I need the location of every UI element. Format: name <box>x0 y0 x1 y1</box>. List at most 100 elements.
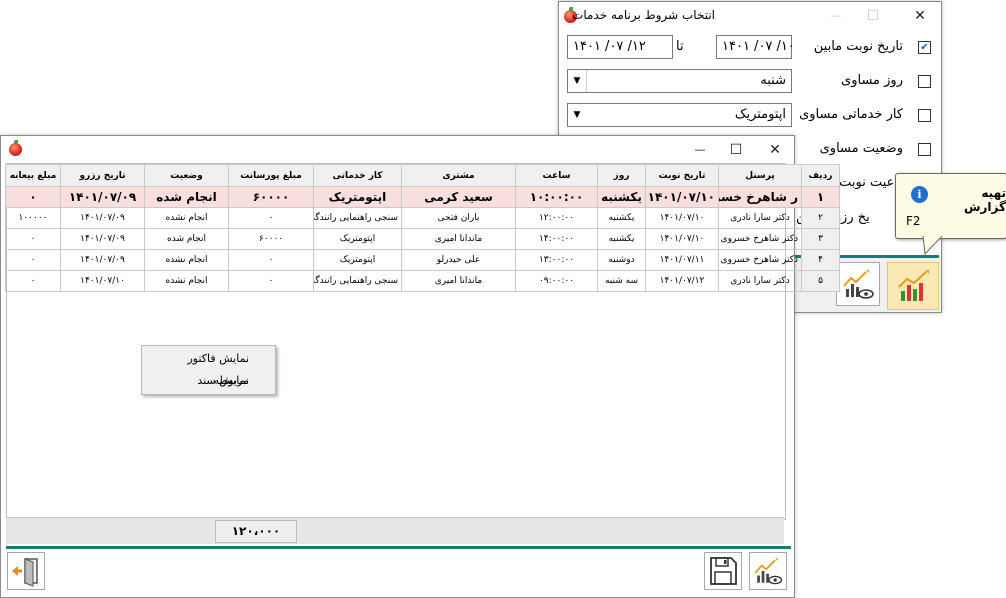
date-to-input[interactable]: ۱۴۰۱ /۰۷ /۱۲ <box>567 35 673 59</box>
table-cell: اپتومتریک <box>313 228 402 250</box>
day-checkbox[interactable] <box>918 75 931 88</box>
date-range-label: تاریخ نوبت مابین <box>813 39 903 54</box>
table-cell: ماندانا امیری <box>401 228 516 250</box>
table-cell: ۴ <box>801 249 840 271</box>
table-cell: انجام نشده <box>144 207 229 229</box>
chart-trend-icon <box>898 270 929 301</box>
show-document-menu-item[interactable]: نمایش سند <box>142 370 275 392</box>
table-cell: اپتومتریک <box>313 186 402 208</box>
date-from-input[interactable]: ۱۴۰۱ /۰۷ /۱۰ <box>716 35 795 59</box>
date-to-label: تا <box>676 39 684 54</box>
table-cell: ۶۰۰۰۰ <box>228 186 314 208</box>
info-icon: i <box>911 186 928 203</box>
table-cell: انجام نشده <box>144 270 229 292</box>
table-cell: ۱۰۰۰۰۰ <box>5 207 61 229</box>
table-cell: یکشنبه <box>597 228 646 250</box>
preview-report-button[interactable] <box>749 552 787 590</box>
table-cell: ۱۴۰۱/۰۷/۱۱ <box>645 249 719 271</box>
table-cell: سعید کرمی <box>401 186 516 208</box>
table-cell: ۱۴۰۱/۰۷/۱۰ <box>645 207 719 229</box>
table-cell: دوشنبه <box>597 249 646 271</box>
minimize-icon[interactable]: — <box>821 2 851 30</box>
totals-bar: ۱۲۰،۰۰۰ <box>6 517 784 544</box>
table-cell: انجام شده <box>144 186 229 208</box>
generate-report-button[interactable] <box>887 262 939 310</box>
column-header[interactable]: کار خدماتی <box>313 164 402 187</box>
table-cell: ۱۴۰۱/۰۷/۱۰ <box>645 228 719 250</box>
maximize-icon[interactable]: ☐ <box>858 2 888 30</box>
exit-button[interactable] <box>7 552 45 590</box>
table-cell: دکتر شاهرخ خسروی <box>718 249 802 271</box>
report-titlebar: — ☐ ✕ <box>1 136 794 164</box>
table-row[interactable]: ۴ دکتر شاهرخ خسروی ۱۴۰۱/۰۷/۱۱ دوشنبه ۱۳:… <box>5 249 840 271</box>
commission-total: ۱۲۰،۰۰۰ <box>215 520 297 543</box>
day-label: روز مساوی <box>841 73 903 88</box>
table-cell: یکشنبه <box>597 207 646 229</box>
table-cell: یکشنبه <box>597 186 646 208</box>
column-header[interactable]: ساعت <box>515 164 598 187</box>
chevron-down-icon[interactable]: ▼ <box>568 70 587 92</box>
table-cell: ۵ <box>801 270 840 292</box>
column-header[interactable]: وضعیت <box>144 164 229 187</box>
date-range-checkbox[interactable]: ✔ <box>918 41 931 54</box>
exit-door-icon <box>12 558 38 587</box>
table-cell: ۱۴۰۱/۰۷/۰۹ <box>60 186 145 208</box>
table-cell: ۱۴۰۱/۰۷/۰۹ <box>60 228 145 250</box>
service-select-value: اپتومتریک <box>734 107 786 122</box>
maximize-icon[interactable]: ☐ <box>721 136 751 164</box>
preview-report-button[interactable] <box>836 262 880 306</box>
table-cell: ۱۲:۰۰:۰۰ <box>515 207 598 229</box>
table-cell: ۱۴۰۱/۰۷/۱۲ <box>645 270 719 292</box>
table-cell: انجام نشده <box>144 249 229 271</box>
table-cell: دکتر شاهرخ خسروی <box>718 228 802 250</box>
service-select[interactable]: اپتومتریک ▼ <box>567 103 792 127</box>
chevron-down-icon[interactable]: ▼ <box>568 104 586 126</box>
report-divider <box>6 546 791 549</box>
table-header-row: ردیف پرسنل تاریخ نوبت روز ساعت مشتری کار… <box>5 164 840 187</box>
table-cell: دکتر سارا نادری <box>718 207 802 229</box>
column-header[interactable]: مبلغ پورسانت <box>228 164 314 187</box>
column-header[interactable]: ردیف <box>801 164 840 187</box>
save-button[interactable] <box>704 552 742 590</box>
chart-eye-icon <box>754 558 783 585</box>
column-header[interactable]: مشتری <box>401 164 516 187</box>
table-row[interactable]: ۱ ر شاهرخ خسروی ۱۴۰۱/۰۷/۱۰ یکشنبه ۱۰:۰۰:… <box>5 186 840 208</box>
table-cell: ۰ <box>228 207 314 229</box>
floppy-disk-icon <box>710 557 737 585</box>
table-cell: ۲ <box>801 207 840 229</box>
column-header[interactable]: تاریخ رزرو <box>60 164 145 187</box>
table-cell: دکتر سارا نادری <box>718 270 802 292</box>
day-select[interactable]: شنبه ▼ <box>567 69 792 93</box>
table-cell: اپتومتریک <box>313 249 402 271</box>
generate-report-tooltip: تهیه گزارش i F2 <box>895 173 1006 239</box>
dialog-title: انتخاب شروط برنامه خدمات <box>572 8 715 22</box>
tooltip-shortcut: F2 <box>906 214 921 228</box>
minimize-icon[interactable]: — <box>685 136 715 164</box>
table-cell: ۶۰۰۰۰ <box>228 228 314 250</box>
column-header[interactable]: روز <box>597 164 646 187</box>
table-cell: ۰ <box>5 186 61 208</box>
chart-eye-icon <box>843 270 874 299</box>
column-header[interactable]: تاریخ نوبت <box>645 164 719 187</box>
table-row[interactable]: ۲ دکتر سارا نادری ۱۴۰۱/۰۷/۱۰ یکشنبه ۱۲:۰… <box>5 207 840 229</box>
table-cell: باران فتحی <box>401 207 516 229</box>
column-header[interactable]: پرسنل <box>718 164 802 187</box>
service-checkbox[interactable] <box>918 109 931 122</box>
table-cell: ۰ <box>5 228 61 250</box>
table-cell: ۰ <box>5 249 61 271</box>
day-select-value: شنبه <box>760 73 786 88</box>
column-header[interactable]: مبلغ بیعانه <box>5 164 61 187</box>
app-icon <box>9 140 22 156</box>
status-checkbox[interactable] <box>918 143 931 156</box>
table-cell: ۱۴۰۱/۰۷/۱۰ <box>645 186 719 208</box>
table-cell: ۱۴۰۱/۰۷/۱۰ <box>60 270 145 292</box>
show-invoice-menu-item[interactable]: نمایش فاکتور مربوطه <box>142 348 275 387</box>
table-cell: ۱۰:۰۰:۰۰ <box>515 186 598 208</box>
close-icon[interactable]: ✕ <box>760 136 790 164</box>
table-cell: ماندانا امیری <box>401 270 516 292</box>
table-row[interactable]: ۵ دکتر سارا نادری ۱۴۰۱/۰۷/۱۲ سه شنبه ۰۹:… <box>5 270 840 292</box>
table-row[interactable]: ۳ دکتر شاهرخ خسروی ۱۴۰۱/۰۷/۱۰ یکشنبه ۱۴:… <box>5 228 840 250</box>
table-cell: ۰ <box>228 270 314 292</box>
dialog-close-icon[interactable]: ✕ <box>905 2 935 30</box>
table-cell: ۱۳:۰۰:۰۰ <box>515 249 598 271</box>
